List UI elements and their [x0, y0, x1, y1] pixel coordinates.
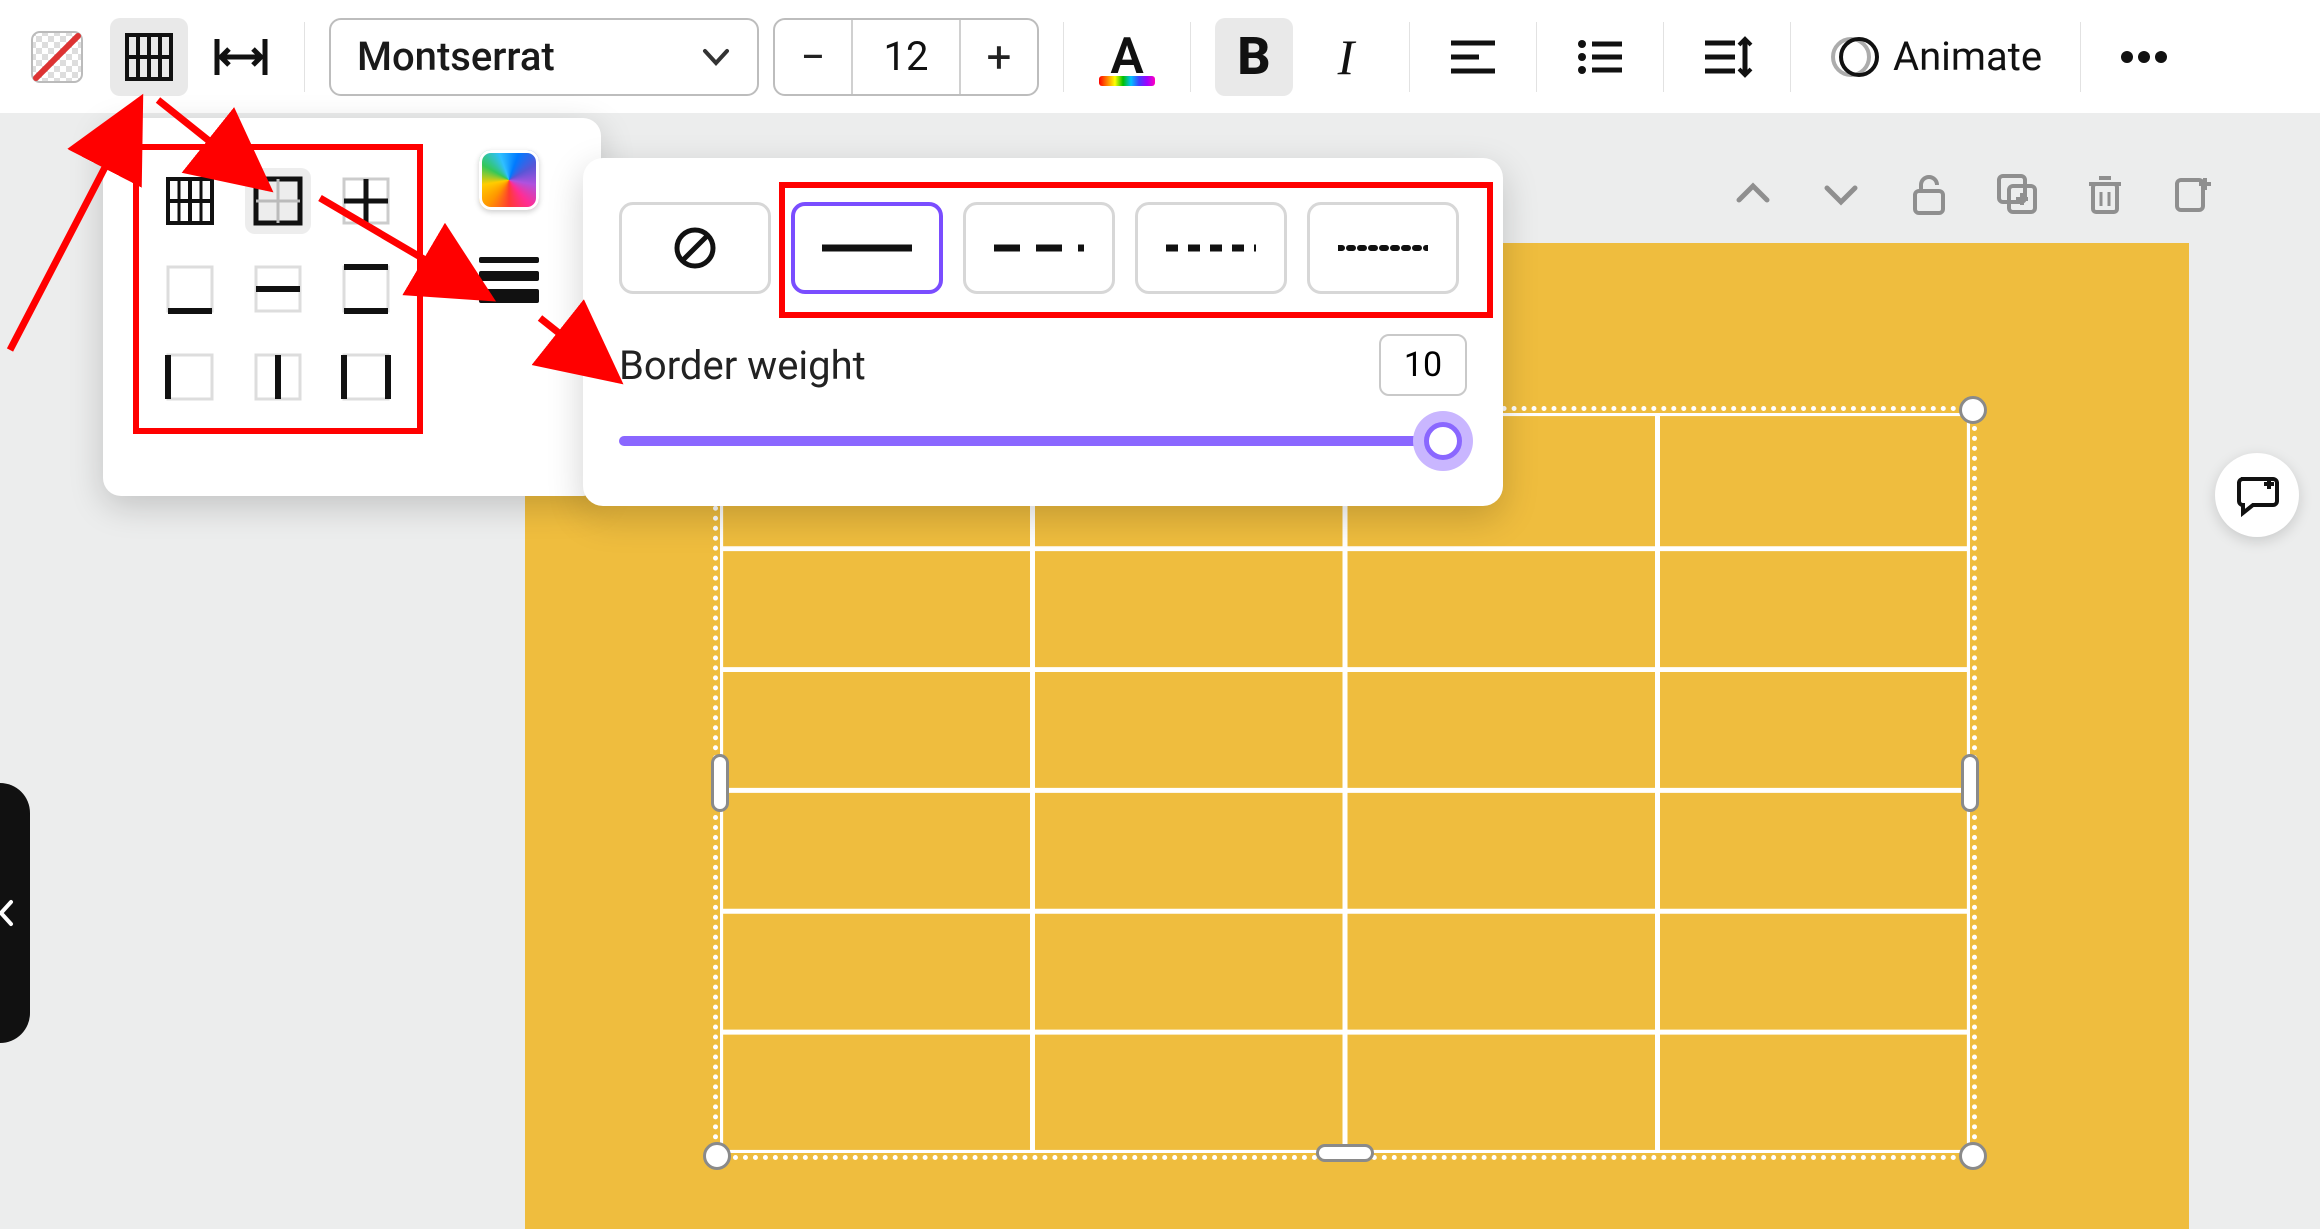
font-size-stepper: − 12 + — [773, 18, 1039, 96]
border-style-dashed-short[interactable] — [1135, 202, 1287, 294]
toolbar-divider — [1190, 22, 1191, 92]
font-size-decrease[interactable]: − — [775, 20, 851, 94]
side-panel-toggle[interactable] — [0, 783, 30, 1043]
toolbar-divider — [1063, 22, 1064, 92]
animate-label: Animate — [1893, 33, 2042, 80]
font-picker[interactable]: Montserrat — [329, 18, 759, 96]
font-name: Montserrat — [357, 33, 555, 80]
border-style-none[interactable] — [619, 202, 771, 294]
toolbar-divider — [304, 22, 305, 92]
cell-spacing-button[interactable] — [202, 18, 280, 96]
editor-toolbar: Montserrat − 12 + A B I — [0, 0, 2320, 113]
border-option-vertical[interactable] — [245, 344, 311, 410]
border-weight-button[interactable] — [479, 250, 539, 310]
border-style-dotted[interactable] — [1307, 202, 1459, 294]
text-color-button[interactable]: A — [1088, 18, 1166, 96]
more-icon — [2119, 50, 2169, 64]
toolbar-divider — [2080, 22, 2081, 92]
border-option-horizontal[interactable] — [245, 256, 311, 322]
border-weight-value[interactable]: 10 — [1379, 334, 1467, 396]
resize-handle-bottom[interactable] — [1316, 1144, 1374, 1162]
border-option-inner[interactable] — [333, 168, 399, 234]
table-fill-button[interactable] — [18, 18, 96, 96]
animate-icon — [1829, 32, 1879, 82]
border-option-bottom[interactable] — [157, 256, 223, 322]
align-left-icon — [1449, 37, 1497, 77]
grid-icon — [124, 32, 174, 82]
border-style-row — [619, 192, 1467, 320]
italic-button[interactable]: I — [1307, 18, 1385, 96]
border-style-solid[interactable] — [791, 202, 943, 294]
resize-handle-br[interactable] — [1959, 1142, 1987, 1170]
text-color-icon: A — [1110, 32, 1143, 82]
border-grid-popover — [103, 118, 601, 496]
border-option-outer[interactable] — [245, 168, 311, 234]
add-comment-button[interactable] — [2215, 453, 2299, 537]
font-size-value[interactable]: 12 — [851, 20, 961, 94]
page-down-button[interactable] — [1814, 167, 1868, 221]
border-option-all[interactable] — [157, 168, 223, 234]
bold-icon: B — [1237, 26, 1270, 87]
more-button[interactable] — [2105, 18, 2183, 96]
delete-page-button[interactable] — [2078, 167, 2132, 221]
toolbar-divider — [1536, 22, 1537, 92]
resize-handle-right[interactable] — [1961, 754, 1979, 812]
line-spacing-button[interactable] — [1688, 18, 1766, 96]
chevron-up-icon — [1733, 174, 1773, 214]
border-weight-label: Border weight — [619, 342, 866, 389]
chevron-left-icon — [0, 898, 17, 928]
trash-icon — [2085, 172, 2125, 216]
add-page-icon — [2171, 172, 2215, 216]
list-icon — [1576, 37, 1624, 77]
align-button[interactable] — [1434, 18, 1512, 96]
resize-handle-left[interactable] — [711, 754, 729, 812]
page-up-button[interactable] — [1726, 167, 1780, 221]
lock-button[interactable] — [1902, 167, 1956, 221]
border-style-popover: Border weight 10 — [583, 158, 1503, 506]
border-color-button[interactable] — [479, 150, 539, 210]
toolbar-divider — [1663, 22, 1664, 92]
resize-handle-tr[interactable] — [1959, 396, 1987, 424]
list-button[interactable] — [1561, 18, 1639, 96]
duplicate-button[interactable] — [1990, 167, 2044, 221]
animate-button[interactable]: Animate — [1815, 32, 2056, 82]
table-lines — [720, 413, 1970, 1153]
page-actions — [1726, 167, 2220, 221]
no-fill-icon — [30, 30, 84, 84]
border-style-dashed-long[interactable] — [963, 202, 1115, 294]
border-option-top-bottom[interactable] — [333, 256, 399, 322]
width-icon — [213, 37, 269, 77]
border-grid-options — [133, 144, 423, 434]
italic-icon: I — [1338, 28, 1355, 86]
border-option-left-right[interactable] — [333, 344, 399, 410]
toolbar-divider — [1790, 22, 1791, 92]
line-spacing-icon — [1701, 35, 1753, 79]
comment-plus-icon — [2233, 471, 2281, 519]
chevron-down-icon — [1821, 174, 1861, 214]
duplicate-icon — [1995, 172, 2039, 216]
border-weight-slider[interactable] — [619, 436, 1467, 446]
chevron-down-icon — [701, 42, 731, 72]
rainbow-strip-icon — [1099, 76, 1155, 86]
resize-handle-bl[interactable] — [703, 1142, 731, 1170]
canvas-table[interactable] — [720, 413, 1970, 1153]
border-grid-button[interactable] — [110, 18, 188, 96]
toolbar-divider — [1409, 22, 1410, 92]
add-page-button[interactable] — [2166, 167, 2220, 221]
slider-thumb[interactable] — [1413, 411, 1473, 471]
font-size-increase[interactable]: + — [961, 20, 1037, 94]
none-icon — [670, 223, 720, 273]
bold-button[interactable]: B — [1215, 18, 1293, 96]
border-option-left[interactable] — [157, 344, 223, 410]
unlock-icon — [1909, 171, 1949, 217]
